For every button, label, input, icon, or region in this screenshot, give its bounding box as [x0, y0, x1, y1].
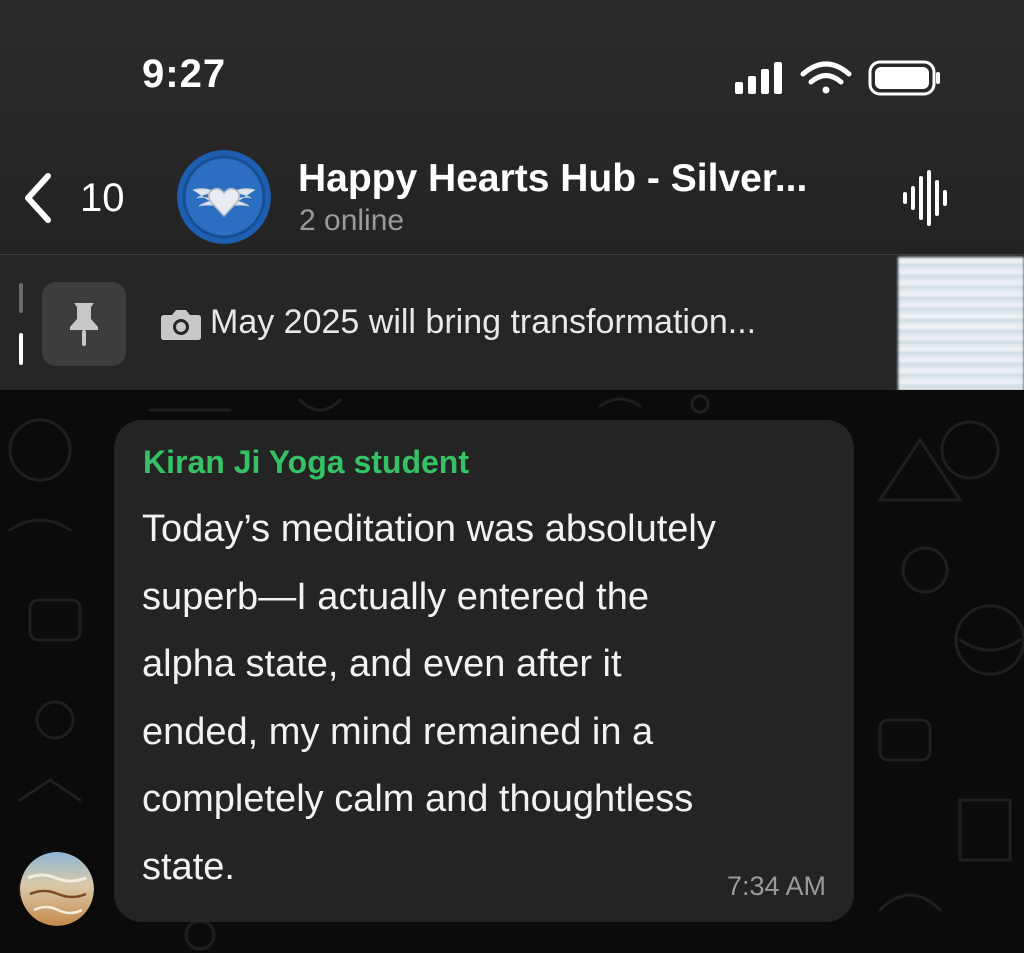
sender-avatar-image [20, 852, 94, 926]
pinned-message-bar[interactable]: May 2025 will bring transformation... [0, 254, 1024, 391]
status-icons [735, 60, 940, 96]
voice-chat-button[interactable] [902, 170, 950, 231]
status-time: 9:27 [142, 52, 227, 96]
heart-wings-logo [177, 150, 271, 244]
pin-indicator-active [19, 333, 23, 365]
pinned-text[interactable]: May 2025 will bring transformation... [210, 303, 756, 342]
chat-header: 9:27 10 Happy Hearts Hub - Silver... 2 o… [0, 0, 1024, 254]
voice-waveform-icon [903, 170, 947, 226]
pushpin-icon [70, 303, 98, 346]
pin-indicator [19, 283, 23, 313]
cellular-signal-icon [735, 62, 782, 94]
unread-count[interactable]: 10 [80, 176, 125, 221]
camera-icon [161, 310, 201, 340]
message-text: Today’s meditation was absolutely superb… [142, 496, 842, 901]
message-line: ended, my mind remained in a [142, 710, 654, 753]
chat-title[interactable]: Happy Hearts Hub - Silver... [298, 157, 807, 201]
message-sender[interactable]: Kiran Ji Yoga student [143, 444, 469, 481]
pinned-image-thumbnail[interactable] [898, 257, 1024, 391]
sender-avatar[interactable] [20, 852, 94, 926]
online-status: 2 online [299, 204, 405, 237]
message-line: alpha state, and even after it [142, 643, 622, 685]
message-line: Today’s meditation was absolutely [142, 508, 716, 550]
message-bubble[interactable]: Kiran Ji Yoga student Today’s meditation… [114, 420, 854, 922]
message-timestamp: 7:34 AM [726, 871, 826, 901]
pin-button[interactable] [42, 282, 126, 366]
group-avatar[interactable] [177, 150, 271, 244]
back-button[interactable] [20, 170, 54, 226]
wifi-icon [800, 61, 852, 94]
message-line: superb—I actually entered the [142, 575, 649, 618]
battery-icon [868, 60, 940, 96]
chevron-left-icon [25, 173, 51, 223]
message-line: completely calm and thoughtless [142, 778, 694, 820]
